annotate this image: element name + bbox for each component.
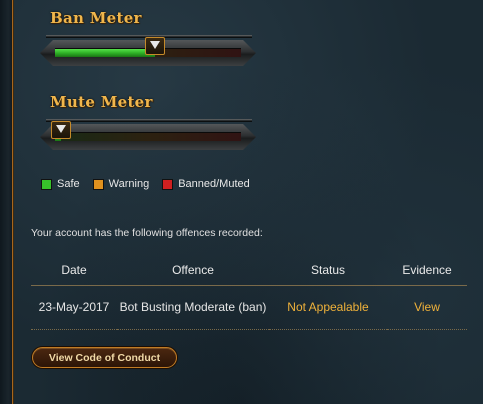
- offence-status: Not Appealable: [269, 285, 387, 330]
- safe-swatch: [41, 178, 52, 190]
- left-border: [0, 0, 13, 404]
- offences-table: Date Offence Status Evidence 23-May-2017…: [31, 255, 467, 330]
- legend-item-safe: Safe: [41, 178, 80, 190]
- column-header-evidence: Evidence: [387, 255, 467, 286]
- legend-item-warning: Warning: [92, 178, 150, 190]
- legend-label-banned-muted: Banned/Muted: [178, 178, 250, 190]
- legend-item-banned-muted: Banned/Muted: [162, 178, 250, 190]
- legend-label-warning: Warning: [108, 178, 150, 190]
- column-header-date: Date: [31, 255, 117, 286]
- mute-meter-title: Mute Meter: [50, 93, 153, 111]
- ban-meter: [40, 35, 256, 69]
- banned-muted-swatch: [162, 178, 174, 190]
- offences-intro: Your account has the following offences …: [31, 227, 263, 239]
- mute-meter-track: [55, 132, 241, 141]
- view-evidence-link[interactable]: View: [387, 285, 467, 330]
- column-header-status: Status: [269, 255, 387, 286]
- ban-meter-title: Ban Meter: [50, 9, 142, 27]
- mute-meter-topline: [46, 119, 252, 122]
- offence-name: Bot Busting Moderate (ban): [117, 285, 269, 330]
- offences-header-row: Date Offence Status Evidence: [31, 255, 467, 286]
- mute-meter-marker-icon: [50, 121, 71, 139]
- column-header-offence: Offence: [117, 255, 269, 286]
- offence-date: 23-May-2017: [31, 285, 117, 330]
- meter-legend: Safe Warning Banned/Muted: [41, 178, 263, 190]
- legend-label-safe: Safe: [57, 178, 80, 190]
- view-code-of-conduct-button[interactable]: View Code of Conduct: [32, 347, 177, 368]
- table-row: 23-May-2017 Bot Busting Moderate (ban) N…: [31, 285, 467, 330]
- mute-meter: [40, 119, 256, 153]
- ban-meter-marker-icon: [145, 37, 166, 55]
- warning-swatch: [92, 178, 104, 190]
- ban-meter-fill: [55, 49, 156, 57]
